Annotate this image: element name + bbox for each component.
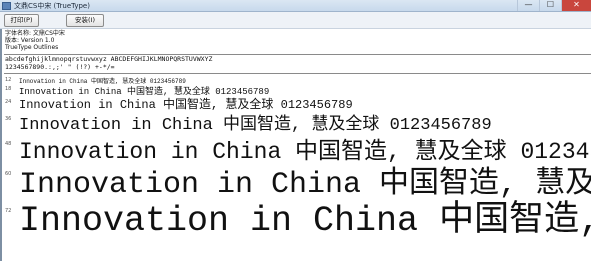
size-label: 24	[5, 99, 12, 105]
minimize-button[interactable]: —	[517, 0, 539, 11]
size-label: 12	[5, 77, 12, 83]
size-label: 72	[5, 208, 12, 214]
sample-text: Innovation in China 中国智造, 慧及全球 012345678…	[19, 201, 591, 241]
font-version-line: 版本: Version 1.0	[5, 37, 55, 44]
font-type-line: TrueType Outlines	[5, 44, 59, 51]
size-label: 18	[5, 86, 12, 92]
title-bar: 文鼎CS中宋 (TrueType) — ☐ ✕	[0, 0, 591, 12]
size-label: 48	[5, 141, 12, 147]
maximize-button[interactable]: ☐	[539, 0, 561, 11]
size-label: 36	[5, 116, 12, 122]
font-name-line: 字体名称: 文鼎CS中宋	[5, 30, 65, 37]
print-button[interactable]: 打印(P)	[4, 14, 39, 27]
font-info: 字体名称: 文鼎CS中宋 版本: Version 1.0 TrueType Ou…	[5, 30, 65, 51]
toolbar: 打印(P) 安装(I)	[0, 12, 591, 29]
character-set: abcdefghijklmnopqrstuvwxyz ABCDEFGHIJKLM…	[5, 55, 212, 71]
font-sample-area: 12 Innovation in China 中国智造, 慧及全球 012345…	[0, 74, 591, 261]
window-controls: — ☐ ✕	[517, 0, 591, 12]
font-file-icon	[2, 2, 11, 10]
charset-digits-symbols: 1234567890.:,;' " (!?) +-*/=	[5, 62, 115, 71]
install-button[interactable]: 安装(I)	[66, 14, 104, 27]
close-button[interactable]: ✕	[561, 0, 591, 11]
size-label: 60	[5, 171, 12, 177]
window-title: 文鼎CS中宋 (TrueType)	[14, 2, 90, 10]
